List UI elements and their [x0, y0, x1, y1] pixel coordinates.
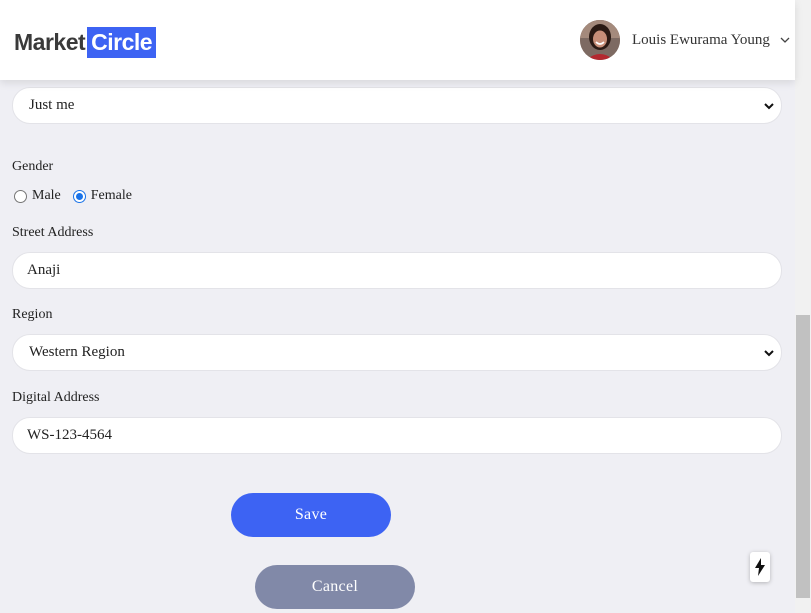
logo-text-market: Market: [14, 29, 86, 55]
digital-address-label: Digital Address: [12, 390, 100, 405]
avatar[interactable]: [580, 20, 620, 60]
digital-address-input[interactable]: WS-123-4564: [12, 417, 782, 454]
chevron-down-icon: [764, 103, 774, 110]
gender-female-radio[interactable]: [72, 189, 86, 203]
save-button[interactable]: Save: [231, 493, 391, 537]
gender-male-label[interactable]: Male: [32, 188, 61, 204]
street-address-input[interactable]: Anaji: [12, 252, 782, 289]
household-select[interactable]: Just me: [12, 87, 782, 124]
street-address-label: Street Address: [12, 225, 94, 240]
user-menu[interactable]: Louis Ewurama Young: [580, 20, 791, 60]
chevron-down-icon[interactable]: [779, 34, 791, 46]
street-address-value: Anaji: [27, 262, 61, 278]
digital-address-value: WS-123-4564: [27, 427, 112, 443]
gender-female-label[interactable]: Female: [91, 188, 132, 204]
gender-radio-group: Male Female: [14, 187, 144, 205]
top-header: Market Circle Louis Ewurama Young: [0, 0, 795, 80]
user-name[interactable]: Louis Ewurama Young: [632, 32, 770, 49]
household-select-value: Just me: [29, 97, 75, 113]
gender-label: Gender: [12, 159, 54, 174]
market-circle-logo[interactable]: Market Circle: [14, 27, 157, 58]
region-select-value: Western Region: [29, 344, 125, 360]
cancel-button[interactable]: Cancel: [255, 565, 415, 609]
lightning-bolt-icon: [755, 558, 765, 576]
region-label: Region: [12, 307, 53, 322]
quick-action-button[interactable]: [750, 552, 770, 582]
logo-text-circle: Circle: [87, 27, 157, 58]
region-select[interactable]: Western Region: [12, 334, 782, 371]
scrollbar-thumb[interactable]: [796, 315, 810, 598]
chevron-down-icon: [764, 350, 774, 357]
gender-male-radio[interactable]: [14, 189, 27, 203]
